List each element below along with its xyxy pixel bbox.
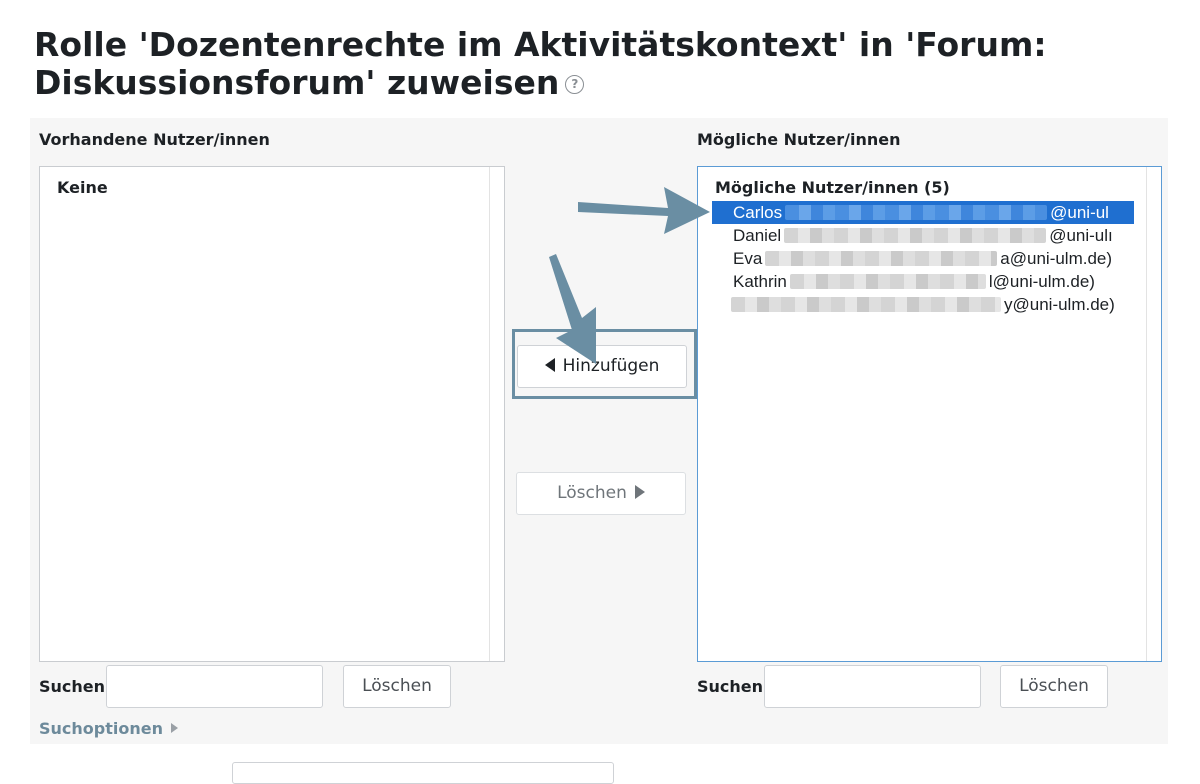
redacted-text [765,251,998,266]
existing-users-empty-text: Keine [57,178,108,197]
remove-button[interactable]: Löschen [516,472,686,515]
potential-users-listbox[interactable]: Mögliche Nutzer/innen (5) Carlos @uni-ul … [697,166,1162,662]
potential-users-clear-button[interactable]: Löschen [1000,665,1108,708]
search-options-label: Suchoptionen [39,719,163,738]
triangle-right-icon [171,723,178,733]
page-title-text: Rolle 'Dozentenrechte im Aktivitätskonte… [34,25,1047,102]
potential-user-option[interactable]: Carlos @uni-ul [712,201,1134,224]
redacted-text [784,228,1047,243]
potential-user-email-suffix: @uni-ul [1050,203,1109,222]
potential-user-option[interactable]: y@uni-ulm.de) [712,293,1148,316]
potential-users-label: Mögliche Nutzer/innen [697,130,901,149]
bottom-partial-field[interactable] [232,762,614,784]
redacted-text [785,205,1048,220]
potential-user-option[interactable]: Daniel @uni-ulı [712,224,1148,247]
potential-users-search-label: Suchen [697,677,764,696]
potential-user-email-suffix: @uni-ulı [1049,226,1113,245]
redacted-text [789,274,986,289]
potential-user-first-name: Eva [733,249,763,268]
existing-users-search-input[interactable] [106,665,323,708]
existing-users-label: Vorhandene Nutzer/innen [39,130,270,149]
potential-user-first-name: Carlos [733,203,783,222]
search-options-link[interactable]: Suchoptionen [39,719,178,738]
existing-users-scrollbar[interactable] [489,167,504,661]
add-button-label: Hinzufügen [562,356,660,376]
existing-users-clear-button[interactable]: Löschen [343,665,451,708]
remove-button-label: Löschen [557,483,627,503]
triangle-left-icon [544,358,555,372]
question-circle-icon[interactable]: ? [565,75,585,94]
existing-users-search-label: Suchen [39,677,106,696]
add-button[interactable]: Hinzufügen [517,345,687,388]
potential-user-option[interactable]: Kathrin l@uni-ulm.de) [712,270,1148,293]
potential-users-group-label: Mögliche Nutzer/innen (5) [715,178,950,197]
potential-user-option[interactable]: Eva a@uni-ulm.de) [712,247,1148,270]
redacted-text [731,297,1001,312]
potential-users-scrollbar[interactable] [1146,167,1161,661]
potential-user-email-suffix: l@uni-ulm.de) [988,272,1095,291]
potential-users-search-input[interactable] [764,665,981,708]
potential-user-email-suffix: y@uni-ulm.de) [1004,295,1115,314]
potential-user-first-name: Daniel [733,226,782,245]
triangle-right-icon [634,485,645,499]
potential-user-email-suffix: a@uni-ulm.de) [1000,249,1113,268]
existing-users-listbox[interactable]: Keine [39,166,505,662]
potential-user-first-name: Kathrin [733,272,787,291]
page-title: Rolle 'Dozentenrechte im Aktivitätskonte… [34,26,1134,102]
